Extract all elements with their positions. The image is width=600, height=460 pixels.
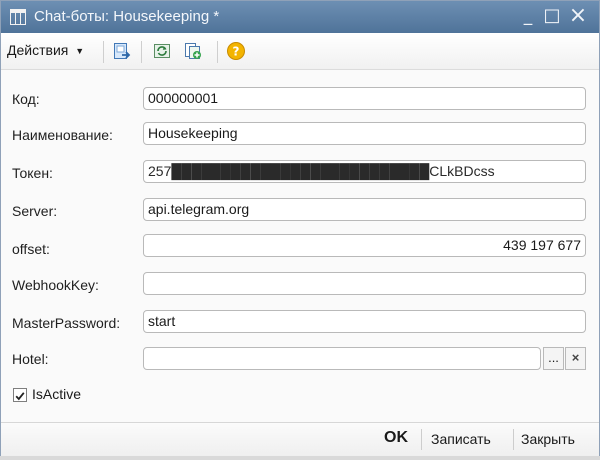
- save-button[interactable]: Записать: [431, 431, 491, 447]
- dropdown-arrow-icon: ▼: [75, 46, 85, 56]
- toolbar-separator: [103, 41, 104, 63]
- close-button[interactable]: ×: [567, 5, 589, 27]
- window-title: Chat-боты: Housekeeping *: [34, 8, 220, 25]
- isactive-label: IsActive: [32, 386, 82, 402]
- actions-menu-button[interactable]: Действия ▼: [7, 42, 84, 58]
- footer-separator: [421, 429, 422, 450]
- table-icon: [10, 9, 26, 25]
- hotel-field[interactable]: [143, 347, 541, 370]
- help-icon[interactable]: ?: [226, 41, 246, 61]
- server-label: Server:: [12, 203, 58, 219]
- webhook-label: WebhookKey:: [12, 277, 99, 293]
- toolbar: Действия ▼ ?: [1, 33, 599, 70]
- ok-button[interactable]: OK: [384, 429, 408, 447]
- master-password-field[interactable]: start: [143, 310, 586, 333]
- hotel-select-button[interactable]: ...: [543, 347, 564, 370]
- token-field[interactable]: 257██████████████████████████CLkBDcss: [143, 160, 586, 183]
- checkmark-icon: [15, 392, 25, 401]
- name-label: Наименование:: [12, 127, 113, 143]
- code-field[interactable]: 000000001: [143, 87, 586, 110]
- toolbar-separator: [217, 41, 218, 63]
- chat-bot-form-window: Chat-боты: Housekeeping * _ □ × Действия…: [0, 0, 600, 456]
- toolbar-separator: [141, 41, 142, 63]
- server-field[interactable]: api.telegram.org: [143, 198, 586, 221]
- refresh-icon[interactable]: [152, 41, 172, 61]
- hotel-clear-button[interactable]: ×: [565, 347, 586, 370]
- offset-field[interactable]: 439 197 677: [143, 234, 586, 257]
- close-form-button[interactable]: Закрыть: [521, 431, 575, 447]
- webhook-field[interactable]: [143, 272, 586, 295]
- hotel-label: Hotel:: [12, 351, 49, 367]
- offset-label: offset:: [12, 241, 50, 257]
- code-label: Код:: [12, 91, 40, 107]
- master-password-label: MasterPassword:: [12, 315, 121, 331]
- copy-icon[interactable]: [183, 41, 203, 61]
- maximize-button[interactable]: □: [541, 5, 563, 27]
- footer-separator: [513, 429, 514, 450]
- token-label: Токен:: [12, 165, 53, 181]
- isactive-checkbox[interactable]: [13, 388, 27, 402]
- save-and-close-icon[interactable]: [112, 41, 132, 61]
- svg-text:?: ?: [233, 45, 240, 59]
- window-titlebar[interactable]: Chat-боты: Housekeeping * _ □ ×: [1, 1, 599, 33]
- minimize-button[interactable]: _: [517, 5, 539, 27]
- footer-bar: OK Записать Закрыть: [1, 422, 599, 456]
- name-field[interactable]: Housekeeping: [143, 122, 586, 145]
- actions-menu-label: Действия: [7, 42, 69, 58]
